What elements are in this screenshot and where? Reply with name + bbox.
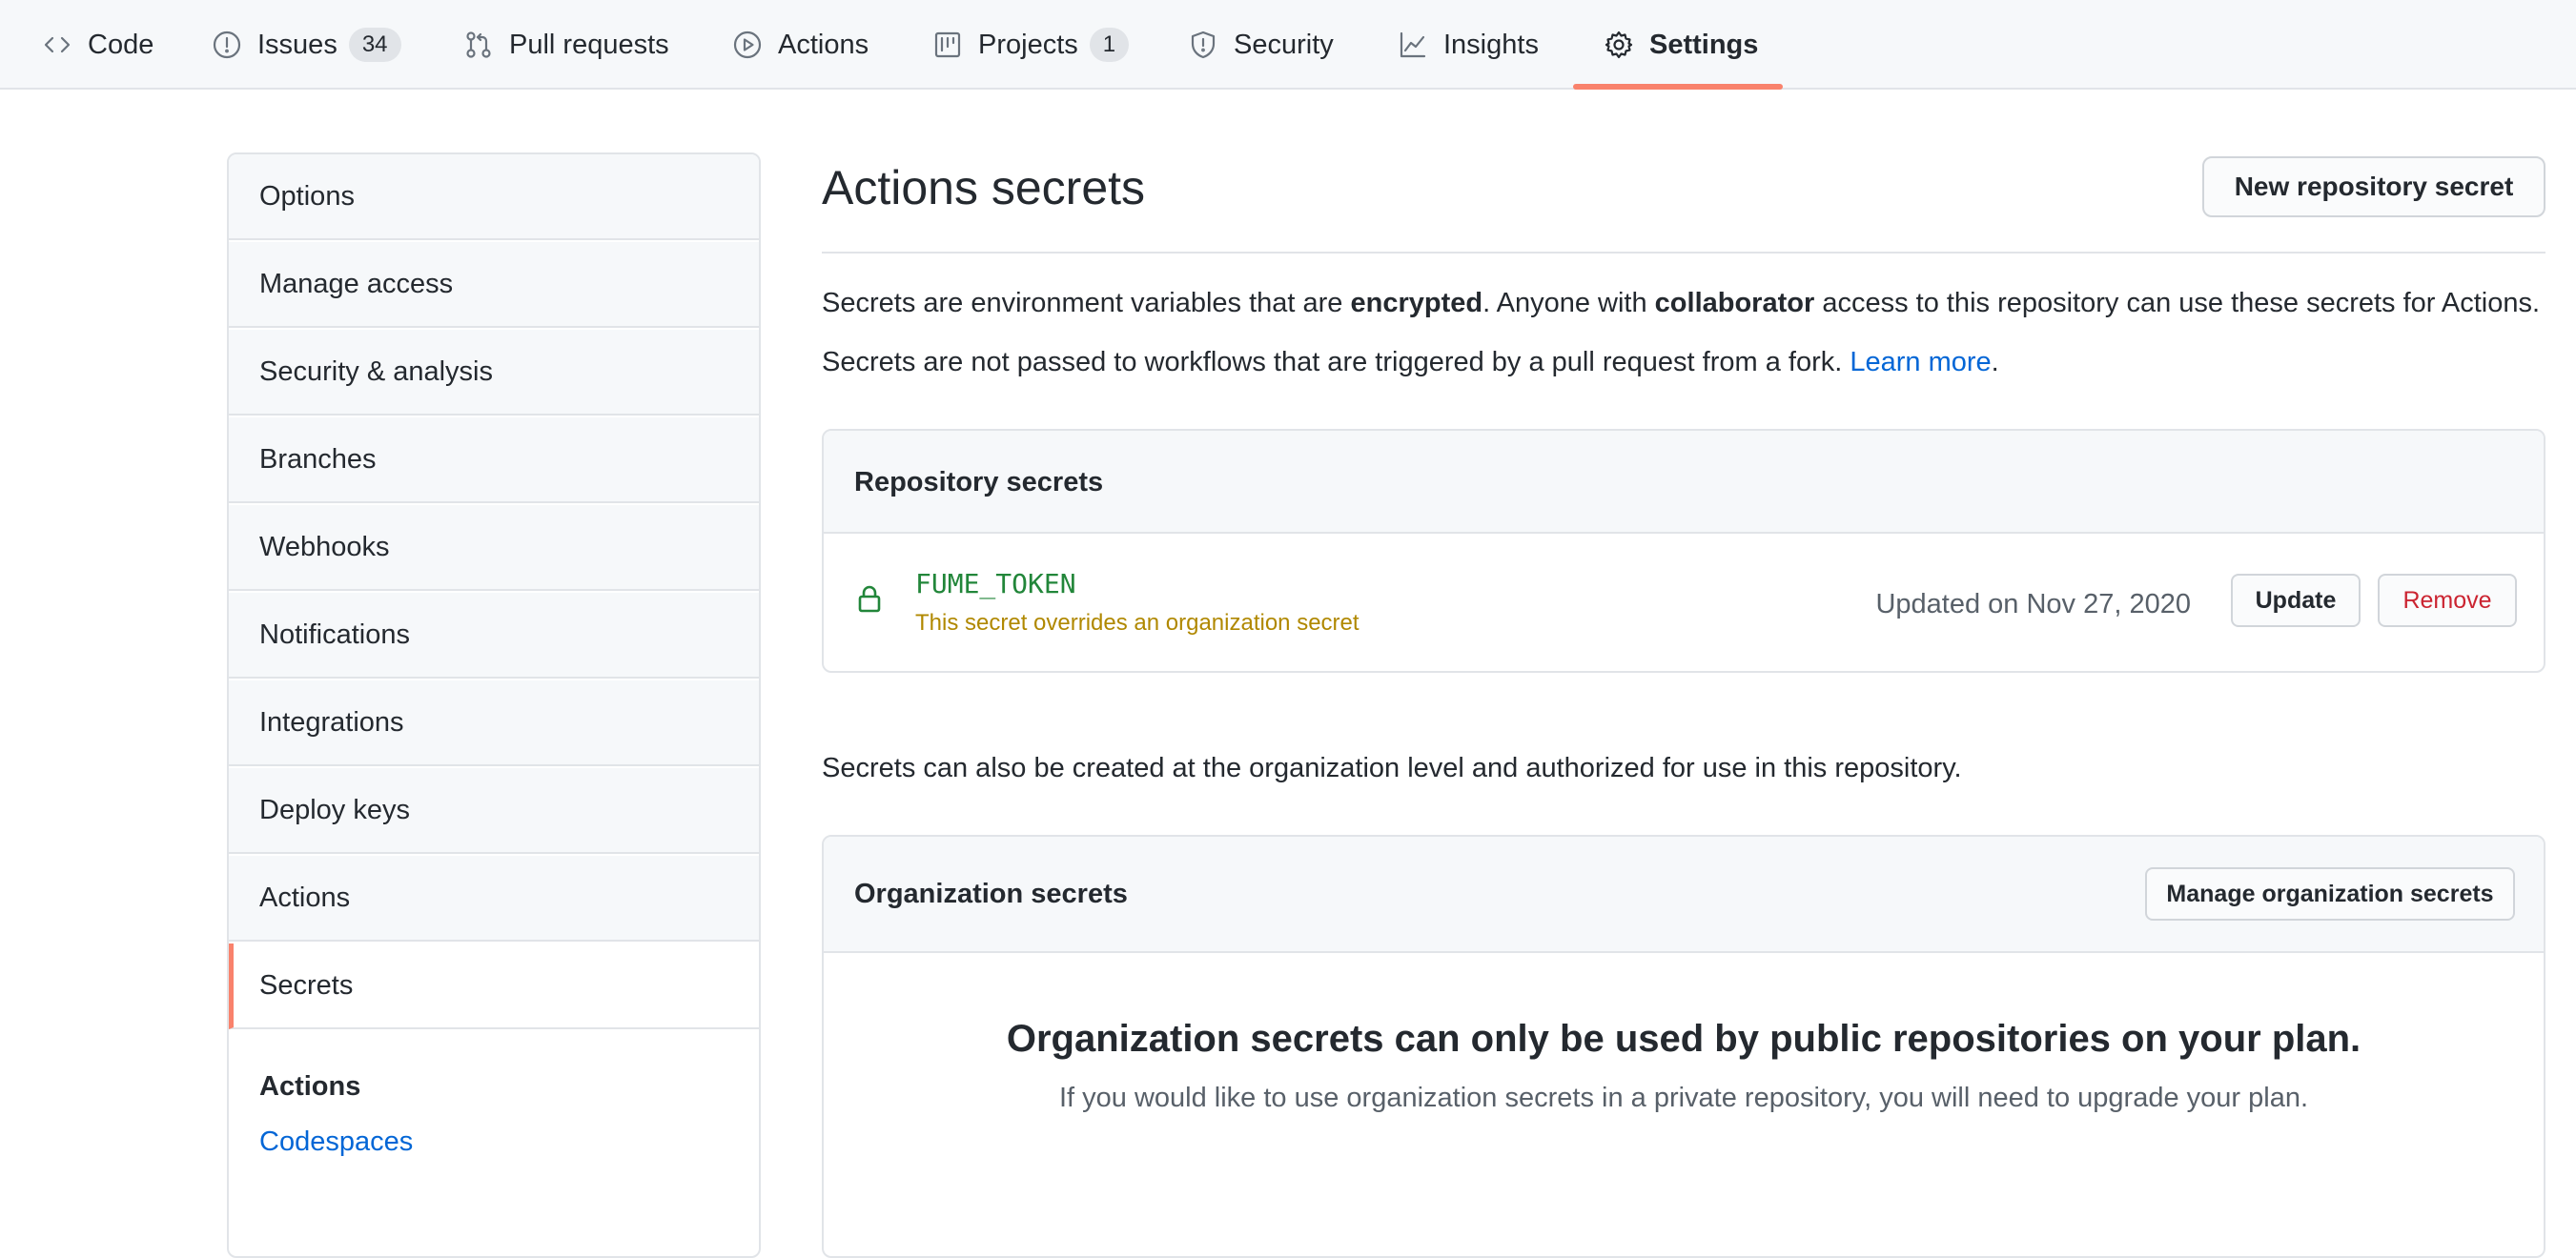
repo-nav: Code Issues 34 Pull requests Actions Pro… [0,0,2576,90]
shield-icon [1191,30,1216,59]
secret-override-note: This secret overrides an organization se… [915,610,1360,636]
tab-settings-label: Settings [1649,29,1759,60]
lock-icon [854,583,885,614]
sidebar-item-label: Webhooks [259,531,390,562]
sidebar-link-codespaces[interactable]: Codespaces [259,1126,413,1158]
manage-organization-secrets-button[interactable]: Manage organization secrets [2145,867,2515,921]
intro-text-part: . [1991,347,1999,377]
organization-secrets-intro: Secrets can also be created at the organ… [822,753,1962,783]
repository-secrets-box: Repository secrets FUME_TOKEN This secre… [822,429,2545,673]
selected-tab-underline [1573,84,1783,90]
repository-secrets-header: Repository secrets [824,431,2544,534]
sidebar-item-label: Notifications [259,619,410,650]
intro-text-bold: collaborator [1654,288,1815,318]
sidebar-item-deploy-keys[interactable]: Deploy keys [229,768,759,854]
tab-actions[interactable]: Actions [732,0,869,90]
sidebar-item-branches[interactable]: Branches [229,417,759,503]
intro-text-fork: Secrets are not passed to workflows that… [822,347,1999,378]
project-icon [934,31,961,58]
sidebar-item-label: Manage access [259,268,454,299]
code-icon [44,36,71,53]
gear-icon [1605,30,1633,59]
sidebar-item-manage-access[interactable]: Manage access [229,242,759,328]
projects-count-badge: 1 [1089,28,1130,62]
sidebar-item-label: Security & analysis [259,355,493,387]
organization-secrets-heading: Organization secrets [854,879,1128,909]
sidebar-item-label: Integrations [259,706,404,738]
tab-projects-label: Projects [978,29,1078,60]
sidebar-item-label: Options [259,180,355,212]
repository-secrets-heading: Repository secrets [854,467,1104,497]
tab-settings[interactable]: Settings [1604,0,1758,90]
organization-secrets-blankslate-text: If you would like to use organization se… [1058,1083,2309,1113]
sidebar-item-webhooks[interactable]: Webhooks [229,505,759,591]
issues-count-badge: 34 [348,28,401,62]
secret-row: FUME_TOKEN This secret overrides an orga… [824,534,2544,671]
organization-secrets-header: Organization secrets Manage organization… [824,837,2544,953]
intro-text-encrypted: Secrets are environment variables that a… [822,288,2540,319]
tab-actions-label: Actions [778,29,869,60]
intro-text-part: . Anyone with [1482,288,1655,318]
tab-insights[interactable]: Insights [1398,0,1539,90]
secret-name: FUME_TOKEN [915,568,1076,599]
pull-request-icon [466,31,491,58]
sidebar-item-secrets[interactable]: Secrets [229,944,759,1029]
sidebar-item-notifications[interactable]: Notifications [229,593,759,679]
tab-code[interactable]: Code [42,0,153,90]
new-repository-secret-button[interactable]: New repository secret [2202,156,2545,217]
sidebar-item-options[interactable]: Options [229,154,759,240]
page-title: Actions secrets [822,161,1146,214]
update-secret-button[interactable]: Update [2231,574,2361,627]
sidebar-item-label: Secrets [259,969,354,1001]
intro-text-bold: encrypted [1350,288,1483,318]
organization-secrets-box: Organization secrets Manage organization… [822,835,2545,1258]
sidebar-secrets-section-heading: Actions [259,1071,361,1102]
tab-security-label: Security [1234,29,1334,60]
tab-projects[interactable]: Projects 1 [932,0,1130,90]
tab-security[interactable]: Security [1188,0,1334,90]
secret-updated-date: Updated on Nov 27, 2020 [1875,589,2191,619]
sidebar-item-integrations[interactable]: Integrations [229,680,759,766]
tab-issues-label: Issues [257,29,337,60]
title-divider [822,252,2545,254]
learn-more-link[interactable]: Learn more [1850,347,1991,377]
intro-text-part: Secrets are not passed to workflows that… [822,347,1850,377]
remove-secret-button[interactable]: Remove [2378,574,2517,627]
intro-text-part: access to this repository can use these … [1814,288,2541,318]
sidebar-item-security-analysis[interactable]: Security & analysis [229,330,759,416]
sidebar-item-label: Branches [259,443,377,475]
sidebar-item-actions[interactable]: Actions [229,856,759,942]
play-icon [733,30,762,59]
issue-icon [213,30,241,59]
intro-text-part: Secrets are environment variables that a… [822,288,1351,318]
sidebar-item-label: Actions [259,882,351,913]
sidebar-item-label: Deploy keys [259,794,410,825]
tab-issues[interactable]: Issues 34 [212,0,401,90]
tab-pull-requests[interactable]: Pull requests [463,0,669,90]
tab-code-label: Code [88,29,154,60]
settings-sidebar: Options Manage access Security & analysi… [227,152,761,1258]
graph-icon [1400,31,1426,58]
organization-secrets-blankslate-title: Organization secrets can only be used by… [1006,1018,2361,1060]
tab-pull-requests-label: Pull requests [509,29,669,60]
tab-insights-label: Insights [1443,29,1539,60]
